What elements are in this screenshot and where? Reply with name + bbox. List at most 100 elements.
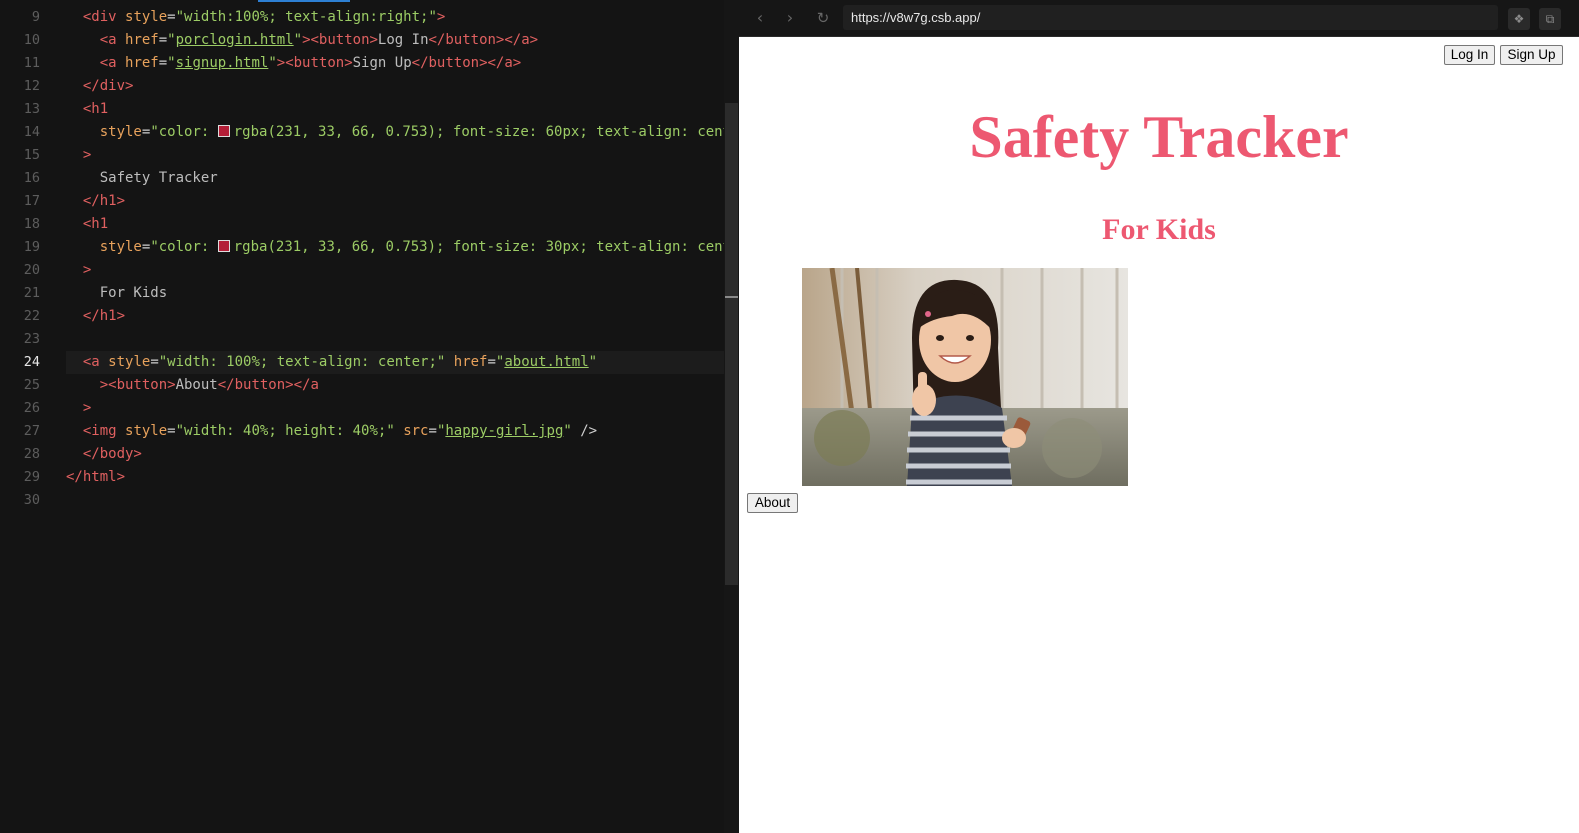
line-number: 25 (23, 377, 40, 393)
code-token: = (167, 423, 176, 439)
page-viewport: Log In Sign Up Safety Tracker For Kids A… (739, 37, 1579, 833)
code-line[interactable]: 15 > (0, 144, 724, 167)
code-text: > (66, 259, 91, 282)
code-line[interactable]: 21 For Kids (0, 282, 724, 305)
code-text: </div> (66, 75, 134, 98)
signup-button[interactable]: Sign Up (1500, 45, 1563, 65)
code-line[interactable]: 20 > (0, 259, 724, 282)
code-token: For Kids (99, 285, 168, 301)
code-token: happy-girl.jpg (445, 423, 564, 439)
code-token: = (487, 354, 496, 370)
reload-icon[interactable]: ↻ (813, 8, 833, 28)
code-editor[interactable]: 9 <div style="width:100%; text-align:rig… (0, 0, 739, 833)
line-number: 26 (23, 400, 40, 416)
code-line[interactable]: 29 </html> (0, 466, 724, 489)
code-line[interactable]: 14 style="color: rgba(231, 33, 66, 0.753… (0, 121, 739, 144)
code-line[interactable]: 24 <a style="width: 100%; text-align: ce… (24, 351, 724, 374)
code-line[interactable]: 10 <a href="porclogin.html"><button>Log … (0, 29, 724, 52)
code-token: "color: (150, 124, 218, 140)
open-in-new-window-icon[interactable]: ⧉ (1539, 8, 1561, 30)
code-text: <div style="width:100%; text-align:right… (66, 6, 445, 29)
url-bar[interactable]: https://v8w7g.csb.app/ (843, 5, 1498, 30)
about-button[interactable]: About (747, 493, 798, 513)
code-line[interactable]: 13 <h1 (0, 98, 724, 121)
code-line[interactable]: 23 (0, 328, 724, 351)
code-token: <img (82, 423, 117, 439)
code-line[interactable]: 11 <a href="signup.html"><button>Sign Up… (0, 52, 724, 75)
code-token: " (167, 32, 176, 48)
code-token: /> (571, 423, 598, 439)
code-lines[interactable]: 9 <div style="width:100%; text-align:rig… (0, 6, 739, 512)
code-line[interactable]: 26 > (0, 397, 724, 420)
code-token: ><button> (276, 55, 353, 71)
forward-arrow-icon[interactable]: › (780, 8, 800, 28)
code-line[interactable]: 17 </h1> (0, 190, 724, 213)
code-token: "width: 40%; height: 40%;" (175, 423, 395, 439)
back-arrow-icon[interactable]: ‹ (750, 8, 770, 28)
code-line[interactable]: 22 </h1> (0, 305, 724, 328)
code-token: > (82, 147, 92, 163)
scrollbar-thumb[interactable] (725, 103, 738, 585)
code-token: </div> (82, 78, 134, 94)
code-token: style (99, 239, 142, 255)
code-token: </button></a> (428, 32, 539, 48)
code-line[interactable]: 12 </div> (0, 75, 724, 98)
login-button[interactable]: Log In (1444, 45, 1495, 65)
code-text: </h1> (66, 305, 125, 328)
code-token: style (125, 9, 168, 25)
line-number: 28 (23, 446, 40, 462)
code-token: </button></a (217, 377, 319, 393)
code-line[interactable]: 18 <h1 (0, 213, 724, 236)
code-token: "color: (150, 239, 218, 255)
code-text: <a href="signup.html"><button>Sign Up</b… (66, 52, 522, 75)
code-text: <h1 (66, 98, 108, 121)
active-tab-indicator (258, 0, 350, 2)
code-token: " (167, 55, 176, 71)
code-token: href (453, 354, 488, 370)
line-number: 24 (23, 354, 40, 370)
code-token: ><button> (99, 377, 176, 393)
code-token: > (82, 400, 92, 416)
line-number: 17 (23, 193, 40, 209)
browser-toolbar: ‹ › ↻ https://v8w7g.csb.app/ ❖ ⧉ (739, 0, 1579, 37)
line-number: 9 (31, 9, 40, 25)
line-number: 12 (23, 78, 40, 94)
code-token: href (125, 32, 159, 48)
color-swatch[interactable] (217, 240, 230, 252)
code-line[interactable]: 16 Safety Tracker (0, 167, 724, 190)
code-token: " (563, 423, 572, 439)
line-number: 13 (23, 101, 40, 117)
color-swatch[interactable] (217, 125, 230, 137)
code-text: <a href="porclogin.html"><button>Log In<… (66, 29, 538, 52)
code-text: style="color: rgba(231, 33, 66, 0.753); … (66, 236, 739, 259)
code-token: Safety Tracker (99, 170, 218, 186)
code-text: For Kids (66, 282, 167, 305)
code-line[interactable]: 25 ><button>About</button></a (0, 374, 724, 397)
code-token: </h1> (82, 193, 126, 209)
code-line[interactable]: 28 </body> (0, 443, 724, 466)
code-text: style="color: rgba(231, 33, 66, 0.753); … (66, 121, 739, 144)
editor-scrollbar[interactable] (724, 0, 739, 833)
code-line[interactable]: 27 <img style="width: 40%; height: 40%;"… (0, 420, 724, 443)
code-line[interactable]: 30 (0, 489, 724, 512)
codesandbox-icon[interactable]: ❖ (1508, 8, 1530, 30)
code-line[interactable]: 9 <div style="width:100%; text-align:rig… (0, 6, 724, 29)
code-token: "width:100%; text-align:right;" (175, 9, 437, 25)
code-line[interactable]: 19 style="color: rgba(231, 33, 66, 0.753… (0, 236, 739, 259)
code-token: </body> (82, 446, 142, 462)
line-number: 23 (23, 331, 40, 347)
code-token: href (125, 55, 159, 71)
